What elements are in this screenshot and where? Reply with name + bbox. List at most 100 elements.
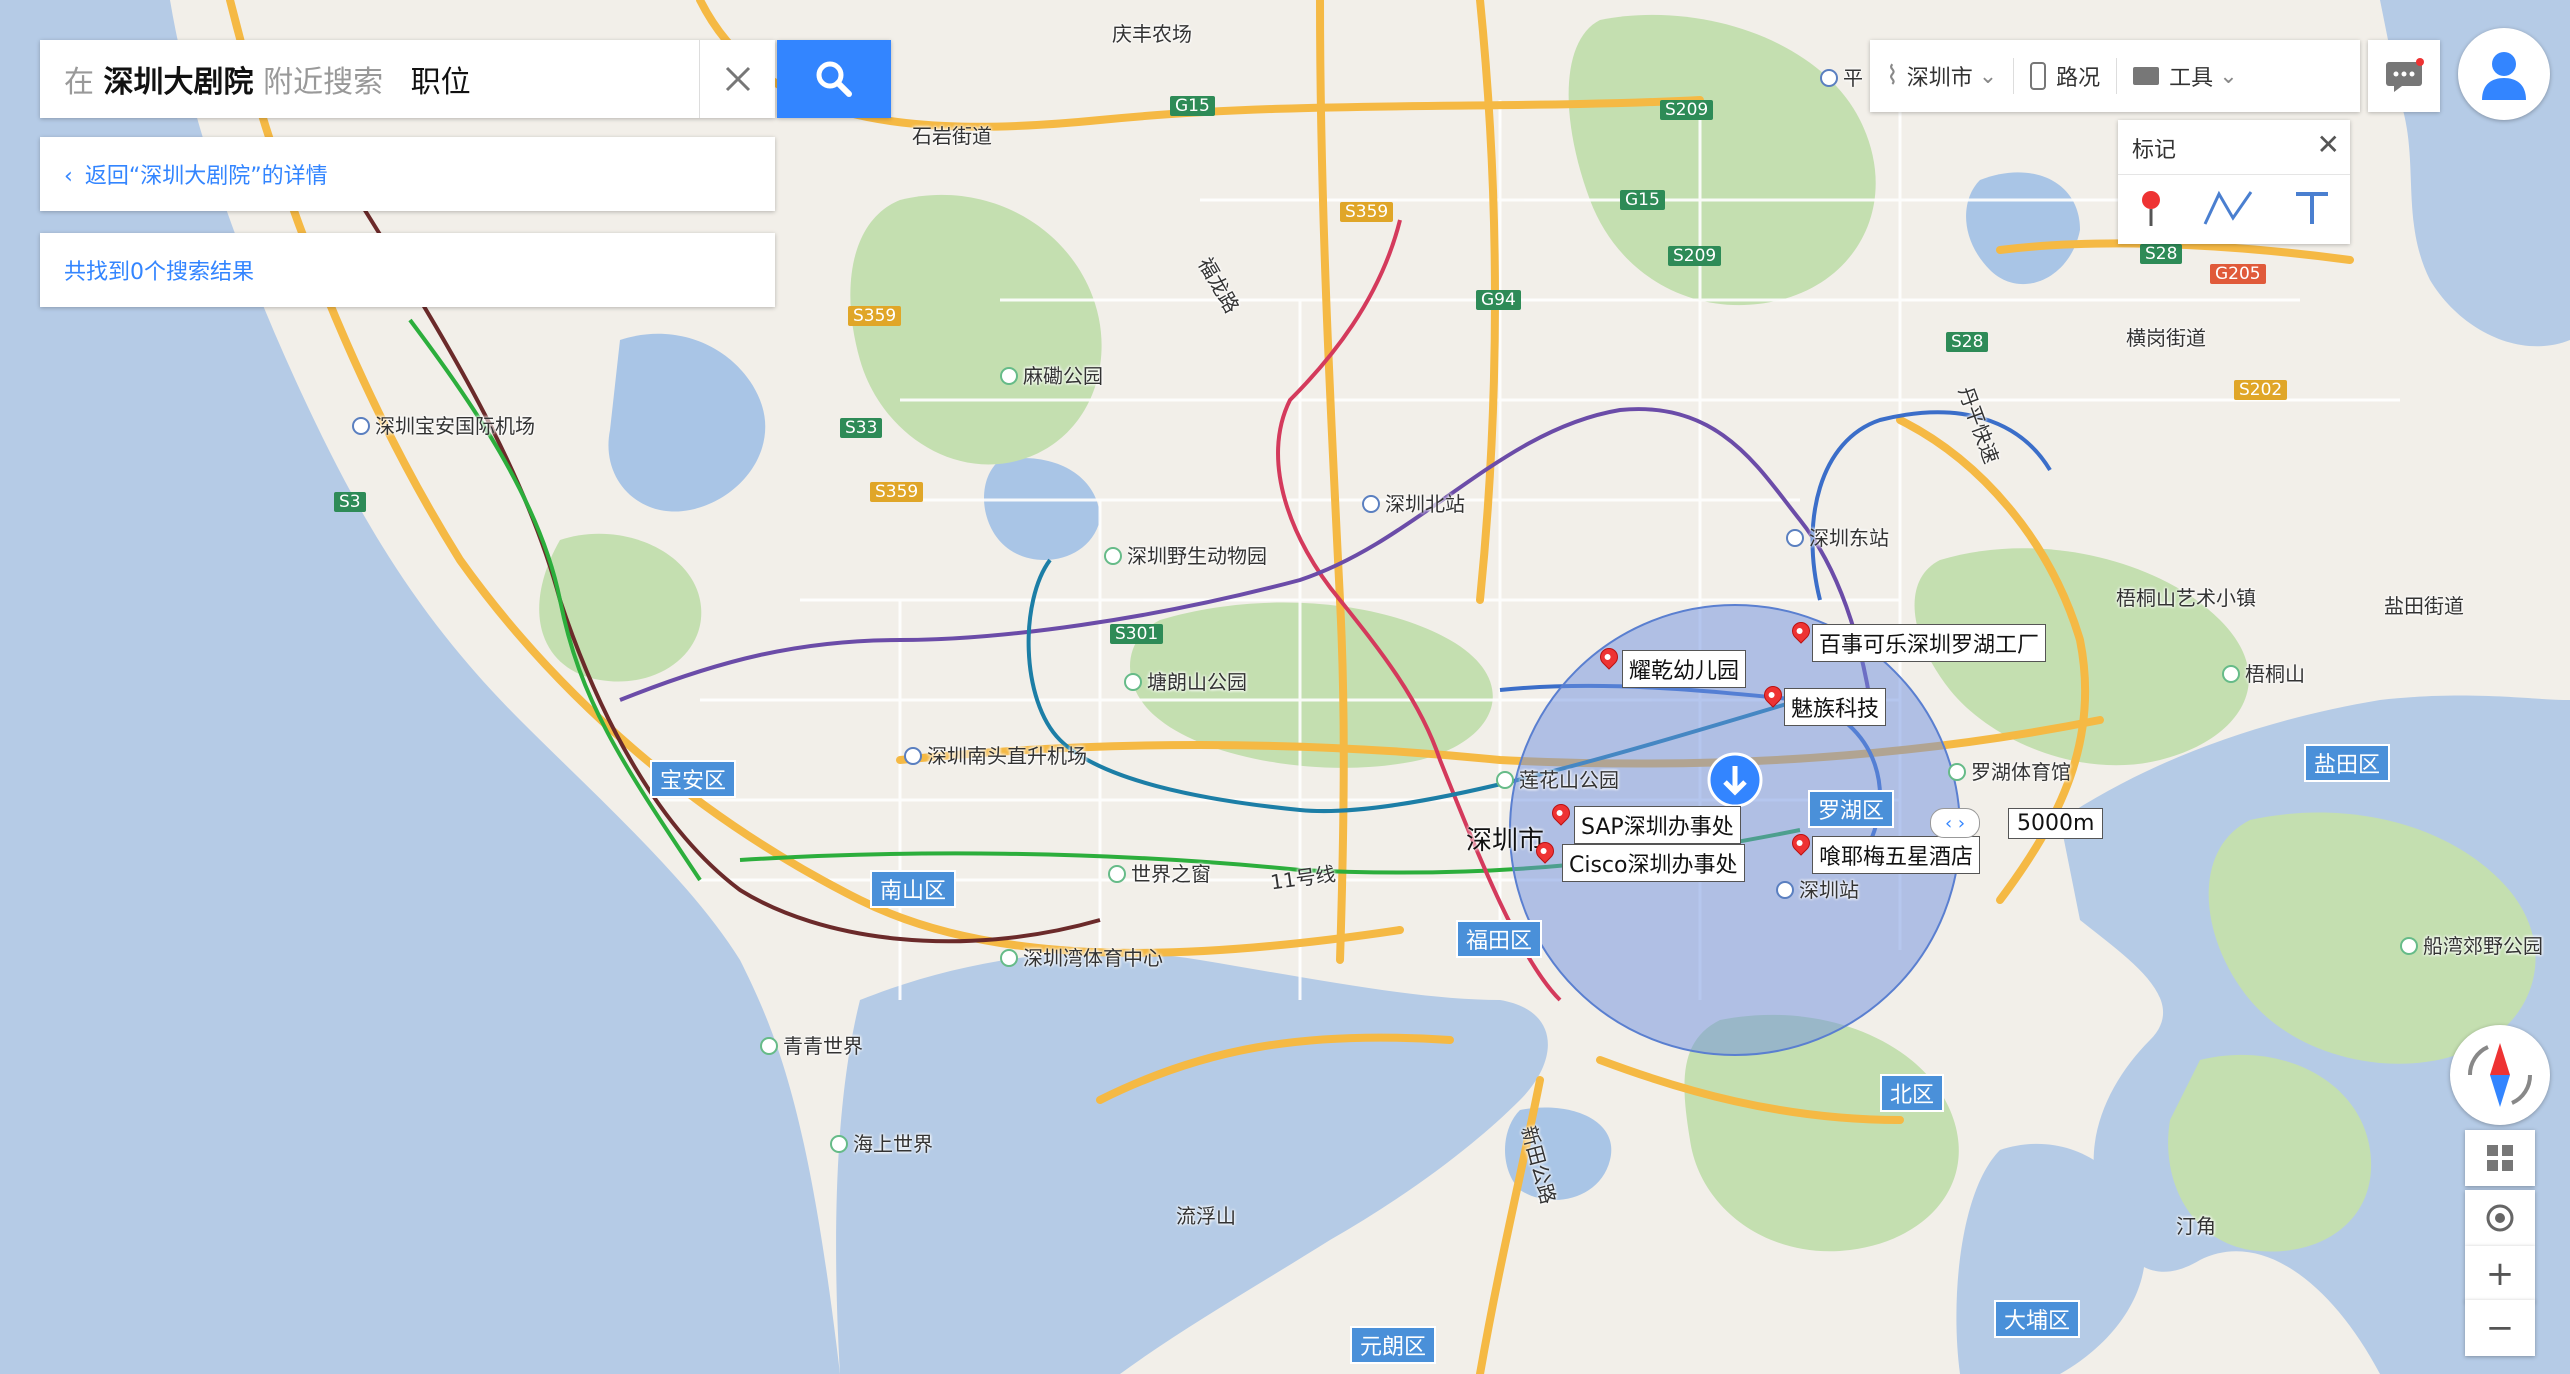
search-query: 职位 (410, 65, 471, 100)
mark-tools (2118, 174, 2350, 245)
marker-label-meizu[interactable]: 魅族科技 (1784, 688, 1887, 726)
map-label-chuanwan: 船湾郊野公园 (2400, 930, 2543, 959)
district-futian: 福田区 (1456, 920, 1543, 958)
mark-panel-close-button[interactable]: ✕ (2317, 128, 2340, 161)
map-icon: ⌇ (1886, 61, 1899, 91)
map-label-shenzhen-north: 深圳北站 (1362, 488, 1465, 517)
center-marker[interactable] (1707, 752, 1763, 808)
district-yantian: 盐田区 (2304, 744, 2391, 782)
user-avatar-button[interactable] (2458, 28, 2550, 120)
traffic-icon (2030, 62, 2047, 90)
map-label-shenzhen-station: 深圳站 (1776, 874, 1859, 903)
add-point-marker-button[interactable] (2136, 188, 2166, 232)
text-icon (2295, 192, 2328, 224)
map-toolbar: ⌇ 深圳市 ⌄ 路况 工具 ⌄ (1870, 40, 2360, 112)
zoom-out-button[interactable]: − (2465, 1300, 2535, 1356)
search-button[interactable] (777, 40, 891, 118)
toolbox-icon (2133, 67, 2160, 85)
map-label-shenzhen-city: 深圳市 (1466, 826, 1545, 856)
shield-s209b: S209 (1668, 246, 1722, 266)
shield-s209a: S209 (1660, 100, 1714, 120)
chevron-left-right-icon: ‹ › (1944, 812, 1966, 834)
district-baoan: 宝安区 (650, 760, 737, 798)
mark-panel: 标记 ✕ (2118, 120, 2350, 244)
compass-button[interactable] (2450, 1025, 2550, 1125)
add-text-button[interactable] (2292, 188, 2332, 232)
pin-icon (2142, 191, 2161, 226)
back-link-label: 返回“深圳大剧院”的详情 (84, 164, 328, 189)
layers-icon (2487, 1145, 2513, 1171)
map-label-window-world: 世界之窗 (1108, 858, 1211, 887)
city-selector[interactable]: ⌇ 深圳市 ⌄ (1870, 60, 2013, 92)
traffic-button[interactable]: 路况 (2014, 60, 2116, 92)
map-label-shenzhen-east: 深圳东站 (1786, 522, 1889, 551)
shield-s301: S301 (1110, 624, 1164, 644)
map-label-shiyan: 石岩街道 (912, 124, 992, 148)
shield-s359b: S359 (848, 306, 902, 326)
search-input[interactable]: 在 深圳大剧院 附近搜索 职位 (40, 57, 699, 101)
district-luohu: 罗湖区 (1808, 790, 1895, 828)
back-panel: ‹ 返回“深圳大剧院”的详情 (40, 137, 775, 211)
mark-panel-title: 标记 (2132, 138, 2177, 163)
chevron-down-icon: ⌄ (2219, 63, 2238, 89)
map-label-yantian-st: 盐田街道 (2384, 594, 2464, 618)
map-label-mayong: 麻磡公园 (1000, 360, 1103, 389)
marker-label-pepsi[interactable]: 百事可乐深圳罗湖工厂 (1812, 624, 2047, 662)
shield-s28b: S28 (1946, 332, 1989, 352)
back-to-details-link[interactable]: ‹ 返回“深圳大剧院”的详情 (40, 158, 328, 190)
clear-search-button[interactable] (699, 40, 775, 118)
minus-icon: − (2485, 1308, 2515, 1348)
shield-g15a: G15 (1170, 96, 1215, 116)
map-label-henggang: 横岗街道 (2126, 326, 2206, 350)
close-icon (725, 66, 750, 92)
draw-line-button[interactable] (2203, 188, 2255, 232)
chevron-down-icon: ⌄ (1978, 63, 1998, 89)
locate-button[interactable] (2465, 1190, 2535, 1246)
search-icon (816, 61, 852, 97)
marker-label-sap[interactable]: SAP深圳办事处 (1574, 806, 1741, 844)
zoom-in-button[interactable]: + (2465, 1246, 2535, 1302)
marker-label-hotel[interactable]: 喰耶梅五星酒店 (1812, 836, 1981, 874)
close-icon: ✕ (2316, 128, 2340, 161)
message-button[interactable] (2368, 40, 2440, 112)
message-icon (2386, 58, 2424, 92)
radius-scale-label: 5000m (2008, 808, 2104, 839)
district-north: 北区 (1880, 1074, 1945, 1112)
user-icon (2482, 52, 2526, 100)
tools-label: 工具 (2169, 66, 2214, 91)
map-label-nantou-heli: 深圳南头直升机场 (904, 740, 1087, 769)
plus-icon: + (2485, 1254, 2515, 1294)
search-box[interactable]: 在 深圳大剧院 附近搜索 职位 (40, 40, 775, 118)
shield-s359c: S359 (870, 482, 924, 502)
map-label-dingjiao: 汀角 (2176, 1214, 2216, 1238)
marker-label-cisco[interactable]: Cisco深圳办事处 (1562, 844, 1745, 882)
district-yuen-long: 元朗区 (1350, 1326, 1437, 1364)
shield-s202: S202 (2234, 380, 2288, 400)
polyline-icon (2203, 190, 2253, 225)
map-label-wutong-art: 梧桐山艺术小镇 (2116, 586, 2256, 610)
map-label-wildlife: 深圳野生动物园 (1104, 540, 1267, 569)
compass-icon (2467, 1043, 2533, 1107)
layers-button[interactable] (2465, 1130, 2535, 1186)
search-suffix: 附近搜索 (263, 65, 384, 100)
chevron-left-icon: ‹ (64, 164, 73, 189)
map-label-lianhua: 莲花山公园 (1496, 764, 1619, 793)
shield-s28a: S28 (2140, 244, 2183, 264)
search-prefix: 在 (64, 65, 94, 100)
search-place: 深圳大剧院 (103, 65, 254, 100)
map-label-haishang: 海上世界 (830, 1128, 933, 1157)
district-nanshan: 南山区 (870, 870, 957, 908)
map-label-wutongshan: 梧桐山 (2222, 658, 2305, 687)
tools-button[interactable]: 工具 ⌄ (2117, 60, 2253, 92)
marker-label-yaoqian[interactable]: 耀乾幼儿园 (1622, 650, 1747, 688)
shield-g94: G94 (1476, 290, 1521, 310)
shield-s3: S3 (334, 492, 366, 512)
shield-s359a: S359 (1340, 202, 1394, 222)
map-label-liufushan: 流浮山 (1176, 1204, 1236, 1228)
locate-icon (2486, 1204, 2514, 1232)
radius-resize-handle[interactable]: ‹ › (1930, 808, 1980, 838)
city-label: 深圳市 (1906, 66, 1973, 91)
map-label-bay-sports: 深圳湾体育中心 (1000, 942, 1163, 971)
map-label-qingqing: 青青世界 (760, 1030, 863, 1059)
map-label-luohu-gym: 罗湖体育馆 (1948, 756, 2071, 785)
